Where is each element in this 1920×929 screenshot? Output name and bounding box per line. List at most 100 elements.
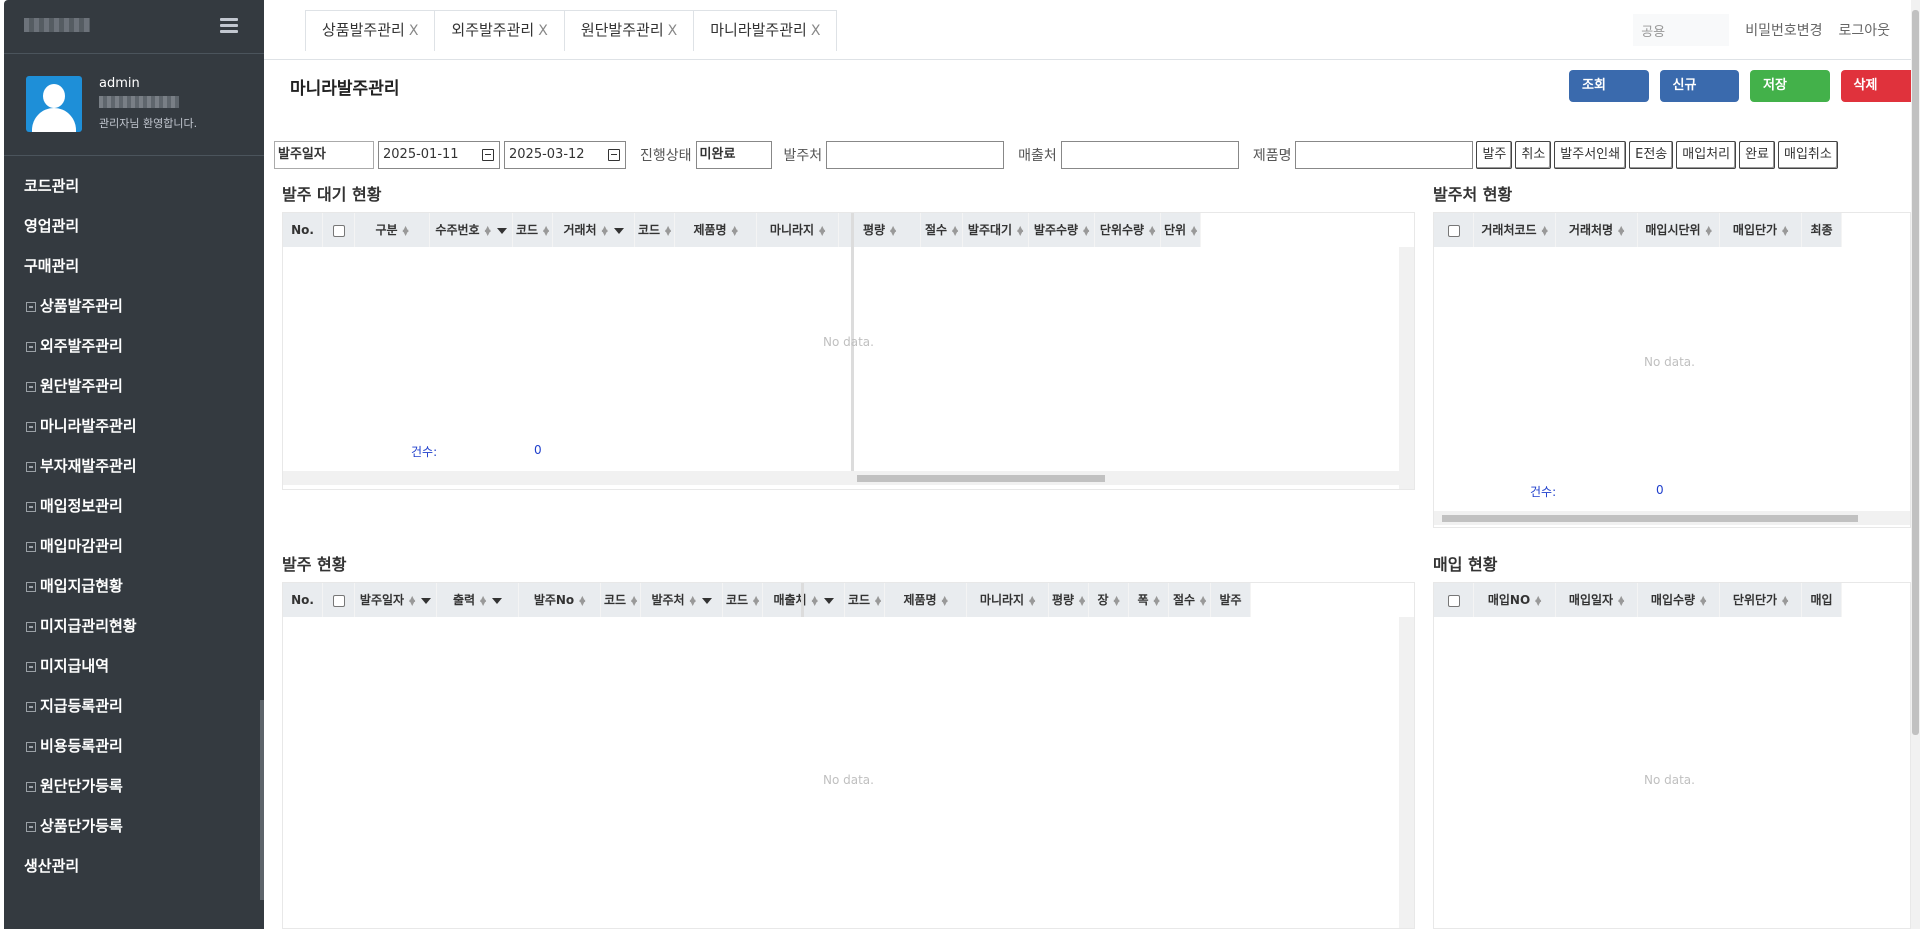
- sort-icon[interactable]: ▲ ▼: [1706, 224, 1712, 236]
- purchase-col-0[interactable]: [1434, 583, 1474, 617]
- sort-icon[interactable]: ▲ ▼: [1535, 594, 1541, 606]
- sidebar-item-12[interactable]: 미지급내역: [4, 646, 264, 686]
- scroll-thumb[interactable]: [1442, 515, 1858, 522]
- vendor-col-0[interactable]: [1434, 213, 1474, 247]
- sidebar-item-15[interactable]: 원단단가등록: [4, 766, 264, 806]
- filter-icon[interactable]: [421, 597, 432, 604]
- sidebar-item-2[interactable]: 구매관리: [4, 246, 264, 286]
- sort-icon[interactable]: ▲ ▼: [875, 594, 881, 606]
- filter-icon[interactable]: [496, 227, 507, 234]
- date-type-select[interactable]: 발주일자: [274, 141, 374, 169]
- calendar-icon[interactable]: [608, 149, 620, 161]
- sidebar-item-14[interactable]: 비용등록관리: [4, 726, 264, 766]
- filter-icon[interactable]: [823, 597, 834, 604]
- hamburger-menu-icon[interactable]: [220, 18, 238, 34]
- sidebar-item-5[interactable]: 원단발주관리: [4, 366, 264, 406]
- orders-col-16[interactable]: 발주: [1211, 583, 1251, 617]
- e-send-button[interactable]: E전송: [1629, 141, 1674, 169]
- pending-col-0[interactable]: No.: [283, 213, 323, 247]
- select-all-checkbox[interactable]: [332, 224, 345, 237]
- sort-icon[interactable]: ▲ ▼: [732, 224, 738, 236]
- sort-icon[interactable]: ▲ ▼: [1618, 594, 1624, 606]
- pending-col-8[interactable]: 마니라지 ▲ ▼: [757, 213, 839, 247]
- pending-vertical-scrollbar[interactable]: [1399, 247, 1414, 489]
- sidebar-item-3[interactable]: 상품발주관리: [4, 286, 264, 326]
- seller-input[interactable]: [1060, 141, 1239, 169]
- select-all-checkbox[interactable]: [1447, 594, 1460, 607]
- orders-col-13[interactable]: 장 ▲ ▼: [1089, 583, 1129, 617]
- orders-col-12[interactable]: 평량 ▲ ▼: [1049, 583, 1089, 617]
- pending-col-13[interactable]: 단위수량 ▲ ▼: [1095, 213, 1161, 247]
- purchase-cancel-button[interactable]: 매입취소: [1778, 141, 1838, 169]
- orders-col-1[interactable]: [323, 583, 355, 617]
- vendor-col-2[interactable]: 거래처명 ▲ ▼: [1556, 213, 1638, 247]
- sort-icon[interactable]: ▲ ▼: [812, 594, 818, 606]
- order-button[interactable]: 발주: [1476, 141, 1513, 169]
- vendor-horizontal-scrollbar[interactable]: [1434, 511, 1910, 525]
- status-select[interactable]: 미완료: [695, 141, 772, 169]
- sidebar-item-10[interactable]: 매입지급현황: [4, 566, 264, 606]
- vendor-col-4[interactable]: 매입단가 ▲ ▼: [1720, 213, 1802, 247]
- filter-icon[interactable]: [613, 227, 624, 234]
- filter-icon[interactable]: [701, 597, 712, 604]
- purchase-col-5[interactable]: 매입: [1802, 583, 1842, 617]
- sort-icon[interactable]: ▲ ▼: [1114, 594, 1120, 606]
- new-button[interactable]: 신규(F2): [1659, 70, 1739, 125]
- sidebar-item-6[interactable]: 마니라발주관리: [4, 406, 264, 446]
- vendor-col-3[interactable]: 매입시단위 ▲ ▼: [1638, 213, 1720, 247]
- sort-icon[interactable]: ▲ ▼: [1700, 594, 1706, 606]
- purchase-process-button[interactable]: 매입처리: [1676, 141, 1737, 169]
- orders-vertical-scrollbar[interactable]: [1399, 617, 1414, 928]
- sort-icon[interactable]: ▲ ▼: [819, 224, 825, 236]
- select-all-checkbox[interactable]: [1447, 224, 1460, 237]
- orders-col-10[interactable]: 제품명 ▲ ▼: [885, 583, 967, 617]
- purchase-col-4[interactable]: 단위단가 ▲ ▼: [1720, 583, 1802, 617]
- sidebar-item-7[interactable]: 부자재발주관리: [4, 446, 264, 486]
- close-icon[interactable]: X: [668, 23, 678, 39]
- orders-col-8[interactable]: 매출처 ▲ ▼: [763, 583, 845, 617]
- sort-icon[interactable]: ▲ ▼: [1200, 594, 1206, 606]
- sidebar-item-11[interactable]: 미지급관리현황: [4, 606, 264, 646]
- sidebar-item-4[interactable]: 외주발주관리: [4, 326, 264, 366]
- pending-col-1[interactable]: [323, 213, 355, 247]
- close-icon[interactable]: X: [409, 23, 419, 39]
- product-input[interactable]: [1295, 141, 1474, 169]
- vendor-input[interactable]: [826, 141, 1005, 169]
- sort-icon[interactable]: ▲ ▼: [952, 224, 958, 236]
- tab-outsource-order[interactable]: 외주발주관리 X: [435, 10, 565, 51]
- logout-link[interactable]: 로그아웃: [1838, 20, 1890, 40]
- delete-button[interactable]: 삭제(F8): [1840, 70, 1920, 125]
- sidebar-scrollbar[interactable]: [260, 700, 264, 900]
- purchase-col-2[interactable]: 매입일자 ▲ ▼: [1556, 583, 1638, 617]
- sort-icon[interactable]: ▲ ▼: [942, 594, 948, 606]
- print-order-button[interactable]: 발주서인쇄: [1554, 141, 1627, 169]
- date-from-field[interactable]: 2025-01-11: [378, 141, 500, 169]
- search-button[interactable]: 조회(F3): [1569, 70, 1649, 125]
- pending-col-3[interactable]: 수주번호 ▲ ▼: [430, 213, 513, 247]
- purchase-col-1[interactable]: 매입NO ▲ ▼: [1474, 583, 1556, 617]
- tab-product-order[interactable]: 상품발주관리 X: [305, 10, 436, 51]
- close-icon[interactable]: X: [811, 23, 821, 39]
- sidebar-item-9[interactable]: 매입마감관리: [4, 526, 264, 566]
- date-to-field[interactable]: 2025-03-12: [504, 141, 626, 169]
- cancel-button[interactable]: 취소: [1515, 141, 1552, 169]
- sort-icon[interactable]: ▲ ▼: [602, 224, 608, 236]
- orders-col-3[interactable]: 출력 ▲ ▼: [437, 583, 519, 617]
- pending-col-11[interactable]: 발주대기 ▲ ▼: [963, 213, 1029, 247]
- sort-icon[interactable]: ▲ ▼: [1782, 594, 1788, 606]
- sort-icon[interactable]: ▲ ▼: [890, 224, 896, 236]
- sort-icon[interactable]: ▲ ▼: [1542, 224, 1548, 236]
- orders-col-14[interactable]: 폭 ▲ ▼: [1129, 583, 1169, 617]
- sidebar-item-8[interactable]: 매입정보관리: [4, 486, 264, 526]
- sort-icon[interactable]: ▲ ▼: [1154, 594, 1160, 606]
- scroll-thumb[interactable]: [857, 475, 1105, 482]
- pending-col-5[interactable]: 거래처 ▲ ▼: [553, 213, 635, 247]
- sort-icon[interactable]: ▲ ▼: [543, 224, 549, 236]
- sort-icon[interactable]: ▲ ▼: [1017, 224, 1023, 236]
- vendor-col-1[interactable]: 거래처코드 ▲ ▼: [1474, 213, 1556, 247]
- page-scroll-thumb[interactable]: [1912, 10, 1919, 735]
- orders-col-4[interactable]: 발주No ▲ ▼: [519, 583, 601, 617]
- sort-icon[interactable]: ▲ ▼: [579, 594, 585, 606]
- sort-icon[interactable]: ▲ ▼: [480, 594, 486, 606]
- sort-icon[interactable]: ▲ ▼: [1191, 224, 1197, 236]
